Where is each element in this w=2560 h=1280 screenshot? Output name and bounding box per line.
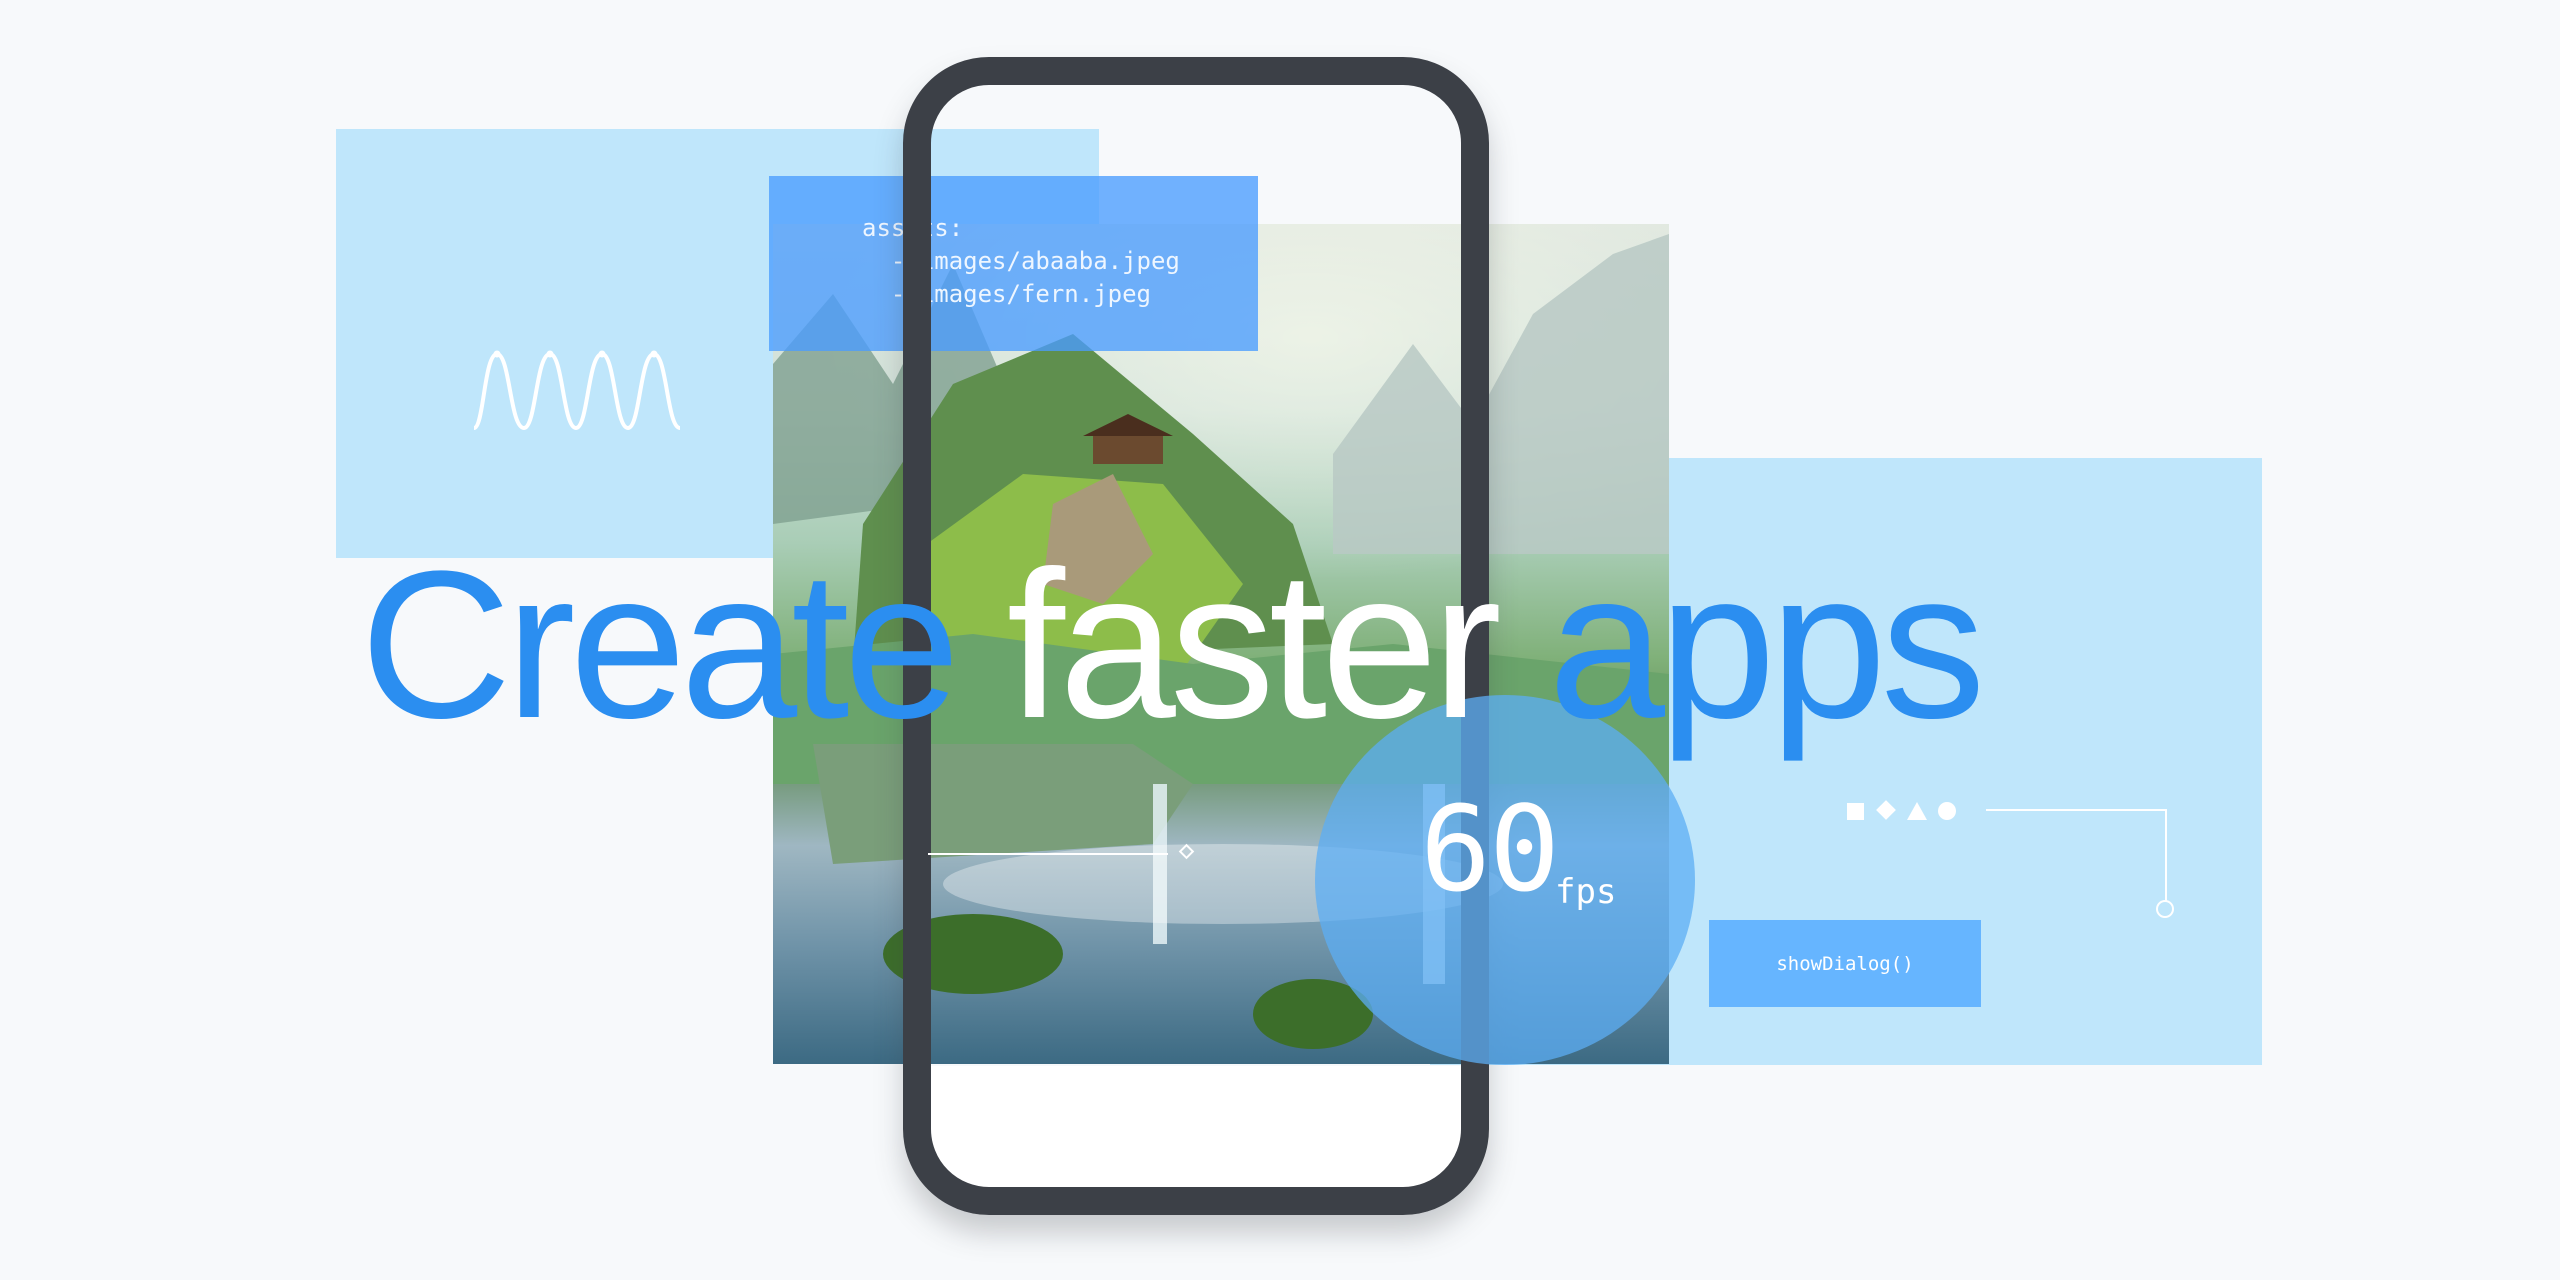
headline-word-faster: faster xyxy=(1006,527,1502,762)
show-dialog-button[interactable]: showDialog() xyxy=(1709,920,1981,1007)
headline: Create faster apps xyxy=(360,540,1986,750)
diamond-icon xyxy=(1876,800,1896,820)
headline-word-create: Create xyxy=(360,527,960,762)
fps-unit: fps xyxy=(1555,872,1617,912)
triangle-icon xyxy=(1907,802,1927,820)
connector-line xyxy=(1986,809,2166,811)
connector-circle-icon xyxy=(2156,900,2174,918)
shape-icons xyxy=(1847,800,1956,820)
headline-word-apps: apps xyxy=(1548,527,1985,762)
connector-line-vertical xyxy=(2165,809,2167,901)
slider-track xyxy=(928,853,1168,855)
fps-value: 60 xyxy=(1420,780,1560,918)
square-icon xyxy=(1847,803,1864,820)
circle-icon xyxy=(1938,802,1956,820)
sine-wave-icon xyxy=(472,350,681,430)
